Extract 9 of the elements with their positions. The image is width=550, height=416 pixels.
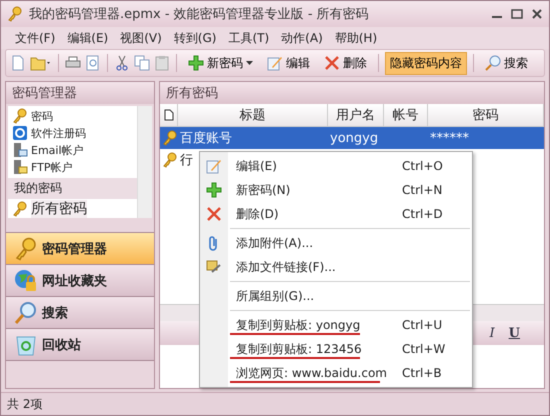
group-header: 我的密码 bbox=[8, 178, 137, 199]
status-text: 共 2项 bbox=[7, 396, 42, 412]
table-cell: ****** bbox=[430, 130, 469, 146]
table-cell-text: 行 bbox=[180, 152, 193, 169]
panel-header: 密码管理器 bbox=[6, 82, 154, 104]
table-cell: yongyg bbox=[330, 130, 378, 146]
table-cell-text: 百度账号 bbox=[180, 130, 232, 147]
panel-header: 所有密码 bbox=[160, 82, 544, 104]
window-title: 我的密码管理器.epmx - 效能密码管理器专业版 - 所有密码 bbox=[29, 6, 370, 23]
